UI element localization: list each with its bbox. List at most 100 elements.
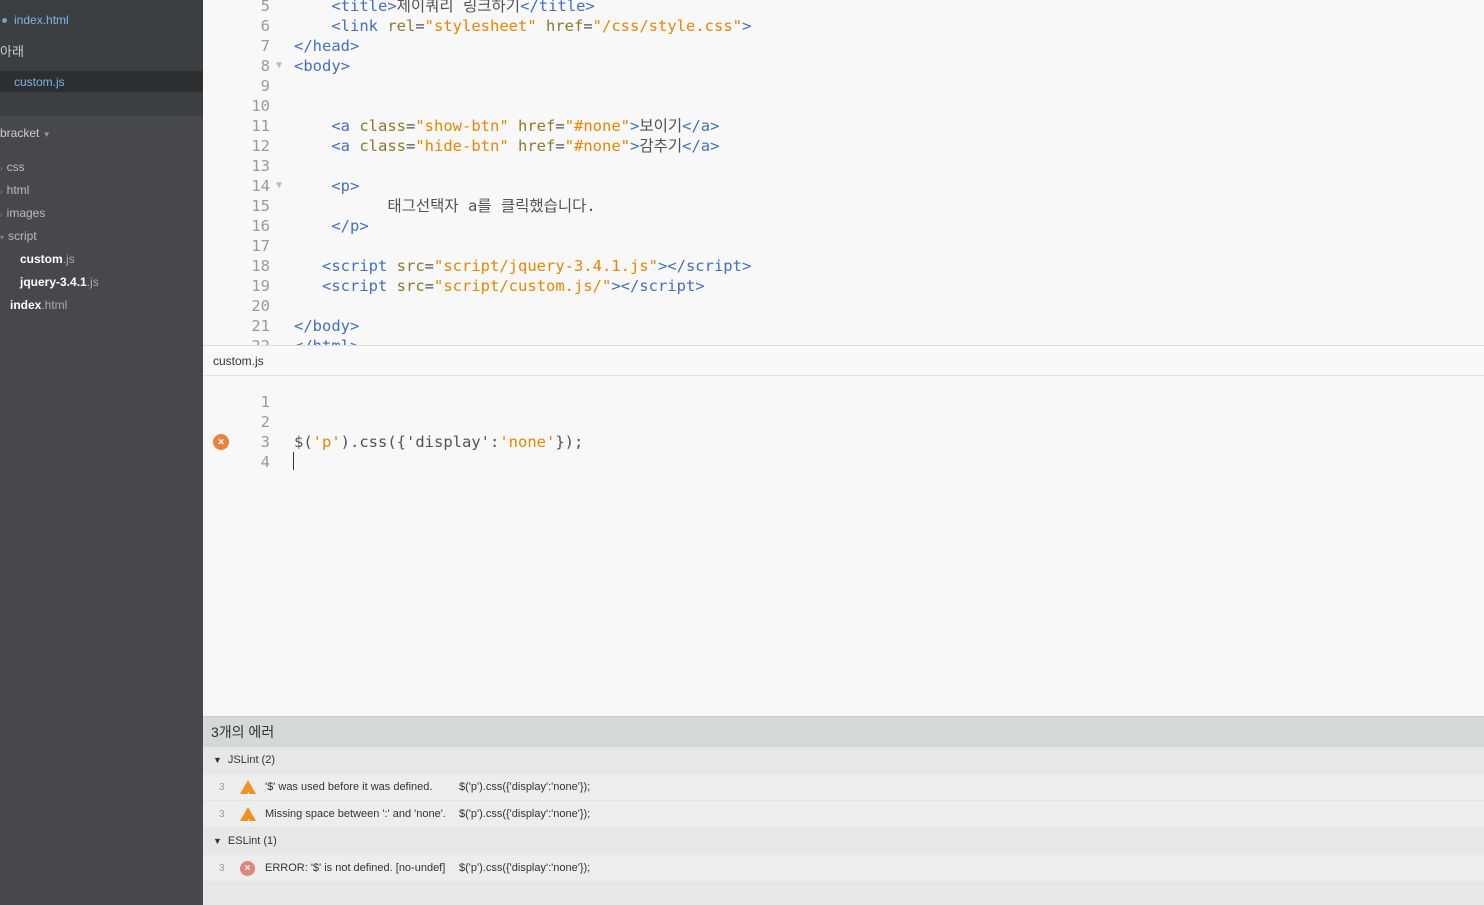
code-line: 22 </html> bbox=[203, 336, 1484, 346]
project-name: bracket bbox=[0, 126, 40, 140]
line-number: 13 bbox=[251, 157, 270, 175]
code-token: src bbox=[396, 277, 425, 295]
code-text: </html> bbox=[294, 336, 360, 346]
chevron-right-icon: › bbox=[0, 164, 3, 173]
line-number: 8 bbox=[260, 57, 270, 75]
tree-file[interactable]: custom.js bbox=[20, 249, 75, 269]
file-basename: index bbox=[10, 298, 42, 312]
code-token: <a bbox=[331, 117, 360, 135]
tree-file[interactable]: index.html bbox=[10, 295, 67, 315]
line-number: 12 bbox=[251, 137, 270, 155]
code-token: </html> bbox=[294, 337, 360, 346]
fold-arrow-icon[interactable]: ▼ bbox=[276, 176, 282, 196]
line-number: 1 bbox=[260, 393, 270, 411]
line-number: 7 bbox=[260, 37, 270, 55]
code-line: 18 <script src="script/jquery-3.4.1.js">… bbox=[203, 256, 1484, 276]
line-number: 20 bbox=[251, 297, 270, 315]
code-token: <script bbox=[322, 277, 397, 295]
provider-label: ESLint (1) bbox=[227, 835, 277, 847]
code-text: <link rel="stylesheet" href="/css/style.… bbox=[294, 16, 751, 36]
tree-folder[interactable]: › html bbox=[0, 180, 29, 200]
line-number: 5 bbox=[260, 0, 270, 15]
code-token: 보이기 bbox=[639, 117, 683, 135]
code-line: 2 bbox=[203, 412, 1484, 432]
line-number: 22 bbox=[251, 337, 270, 346]
file-extension: .js bbox=[62, 252, 75, 266]
code-token: </a> bbox=[682, 137, 720, 155]
html-editor[interactable]: 5 <title>제이쿼리 링크하기</title> 6 <link rel="s… bbox=[203, 0, 1484, 346]
tree-folder[interactable]: › css bbox=[0, 157, 25, 177]
code-text: <body> bbox=[294, 56, 350, 76]
problem-row[interactable]: 3 × ERROR: '$' is not defined. [no-undef] $… bbox=[203, 855, 1484, 882]
tree-folder[interactable]: ▾ script bbox=[0, 226, 37, 246]
code-token: "#none" bbox=[564, 117, 631, 135]
code-line: 1 bbox=[203, 392, 1484, 412]
line-number: 21 bbox=[251, 317, 270, 335]
code-token: ></script> bbox=[657, 257, 752, 275]
code-token: = bbox=[424, 277, 434, 295]
fold-arrow-icon[interactable]: ▼ bbox=[276, 56, 282, 76]
code-token: src bbox=[396, 257, 425, 275]
code-token: 'display' bbox=[406, 433, 490, 451]
problems-panel: 3개의 에러 ▼ JSLint (2) 3! '$' was used before … bbox=[203, 716, 1484, 905]
js-editor[interactable]: 1 2 3 × $('p').css({'display':'none'}); 4 bbox=[203, 376, 1484, 715]
problem-line: 3 bbox=[219, 863, 225, 874]
code-token: <a bbox=[331, 137, 360, 155]
working-file-custom-js[interactable]: custom.js bbox=[0, 71, 203, 93]
code-token: href bbox=[546, 17, 584, 35]
bottom-editor-filename: custom.js bbox=[213, 354, 264, 368]
code-token: 제이쿼리 링크하기 bbox=[396, 0, 521, 15]
code-line: 7 </head> bbox=[203, 36, 1484, 56]
line-number: 16 bbox=[251, 217, 270, 235]
code-line: 11 <a class="show-btn" href="#none">보이기<… bbox=[203, 116, 1484, 136]
code-text: <script src="script/jquery-3.4.1.js"></s… bbox=[294, 256, 751, 276]
code-token: <script bbox=[322, 257, 397, 275]
folder-name: images bbox=[6, 206, 46, 220]
code-line: 8 ▼ <body> bbox=[203, 56, 1484, 76]
line-number: 2 bbox=[260, 413, 270, 431]
problem-row[interactable]: 3! '$' was used before it was defined. $('… bbox=[203, 774, 1484, 801]
problem-group-header[interactable]: ▼ JSLint (2) bbox=[203, 747, 1484, 774]
chevron-down-icon: ▼ bbox=[42, 130, 51, 139]
problem-source: $('p').css({'display':'none'}); bbox=[459, 808, 591, 820]
code-line: 9 bbox=[203, 76, 1484, 96]
code-token: href bbox=[518, 137, 556, 155]
project-dropdown[interactable]: bracket ▼ bbox=[0, 126, 51, 140]
code-line: 4 bbox=[203, 452, 1484, 472]
working-file-index-html[interactable]: index.html bbox=[0, 9, 203, 31]
code-token: <title> bbox=[331, 0, 397, 15]
tree-file[interactable]: jquery-3.4.1.js bbox=[20, 272, 99, 292]
code-token: : bbox=[490, 433, 500, 451]
code-token: </title> bbox=[520, 0, 595, 15]
problem-row[interactable]: 3! Missing space between ':' and 'none'. $… bbox=[203, 801, 1484, 828]
code-token: ></script> bbox=[611, 277, 705, 295]
code-token: <link bbox=[331, 17, 388, 35]
modified-dot-icon bbox=[2, 18, 7, 23]
code-line: 12 <a class="hide-btn" href="#none">감추기<… bbox=[203, 136, 1484, 156]
code-token: = bbox=[415, 17, 425, 35]
problem-group-header[interactable]: ▼ ESLint (1) bbox=[203, 828, 1484, 855]
line-number: 17 bbox=[251, 237, 270, 255]
line-number: 15 bbox=[251, 197, 270, 215]
code-token: <body> bbox=[294, 57, 350, 75]
problem-source: $('p').css({'display':'none'}); bbox=[459, 862, 591, 874]
tree-folder[interactable]: › images bbox=[0, 203, 45, 223]
code-token: "hide-btn" bbox=[415, 137, 509, 155]
error-icon[interactable]: × bbox=[213, 434, 229, 450]
problem-line: 3 bbox=[219, 782, 225, 793]
code-token: 'p' bbox=[312, 433, 341, 451]
chevron-down-icon: ▾ bbox=[0, 233, 5, 242]
line-number: 19 bbox=[251, 277, 270, 295]
code-token: > bbox=[630, 137, 640, 155]
code-token: = bbox=[555, 137, 565, 155]
chevron-right-icon: › bbox=[0, 187, 3, 196]
code-token: 'none' bbox=[499, 433, 556, 451]
warning-icon: ! bbox=[240, 807, 256, 828]
code-text: <p> bbox=[294, 176, 359, 196]
